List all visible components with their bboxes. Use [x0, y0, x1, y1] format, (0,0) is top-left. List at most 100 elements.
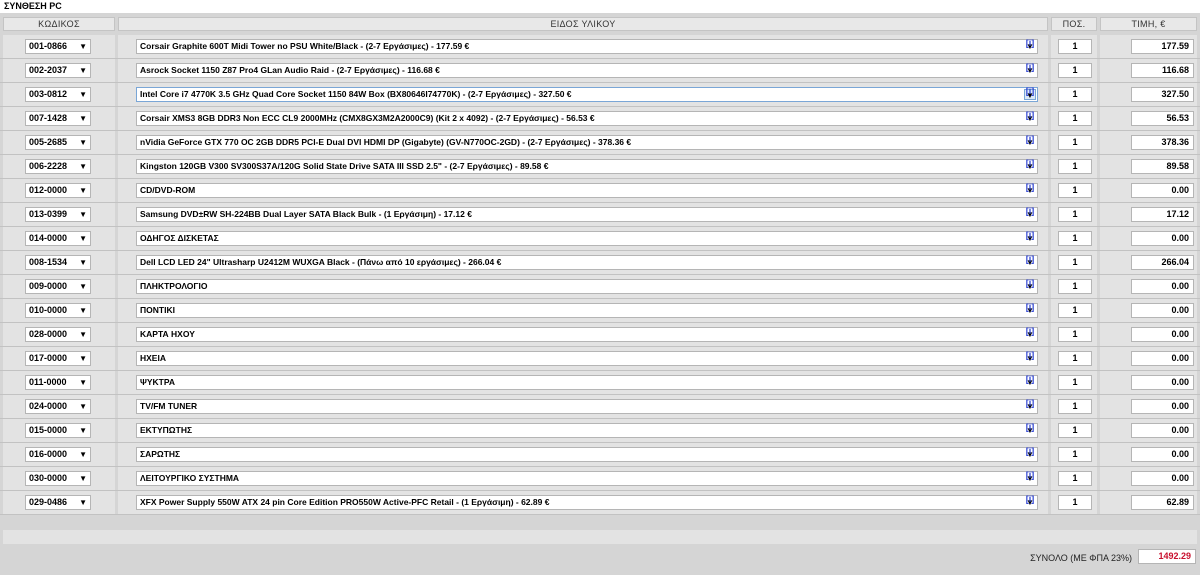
info-icon[interactable]: [i]: [1024, 253, 1036, 265]
item-select[interactable]: Intel Core i7 4770K 3.5 GHz Quad Core So…: [136, 87, 1038, 102]
info-icon[interactable]: [i]: [1024, 325, 1036, 337]
item-select[interactable]: Asrock Socket 1150 Z87 Pro4 GLan Audio R…: [136, 63, 1038, 78]
quantity-input[interactable]: 1: [1058, 87, 1092, 102]
code-select[interactable]: 024-0000 ▼: [25, 399, 91, 414]
info-icon[interactable]: [i]: [1024, 421, 1036, 433]
code-select[interactable]: 013-0399 ▼: [25, 207, 91, 222]
code-select[interactable]: 001-0866 ▼: [25, 39, 91, 54]
code-select[interactable]: 030-0000 ▼: [25, 471, 91, 486]
code-select[interactable]: 007-1428 ▼: [25, 111, 91, 126]
price-cell: 0.00: [1100, 323, 1197, 346]
quantity-input[interactable]: 1: [1058, 39, 1092, 54]
item-value: nVidia GeForce GTX 770 OC 2GB DDR5 PCI-E…: [140, 137, 632, 147]
quantity-input[interactable]: 1: [1058, 399, 1092, 414]
code-select[interactable]: 006-2228 ▼: [25, 159, 91, 174]
item-select[interactable]: ΟΔΗΓΟΣ ΔΙΣΚΕΤΑΣ ▼: [136, 231, 1038, 246]
price-cell: 0.00: [1100, 227, 1197, 250]
info-icon[interactable]: [i]: [1024, 397, 1036, 409]
info-icon[interactable]: [i]: [1024, 469, 1036, 481]
item-select[interactable]: nVidia GeForce GTX 770 OC 2GB DDR5 PCI-E…: [136, 135, 1038, 150]
table-row: 014-0000 ▼ ΟΔΗΓΟΣ ΔΙΣΚΕΤΑΣ ▼ [i] 1 0.00: [0, 227, 1200, 251]
qty-cell: 1: [1051, 347, 1097, 370]
item-select[interactable]: Samsung DVD±RW SH-224BB Dual Layer SATA …: [136, 207, 1038, 222]
quantity-input[interactable]: 1: [1058, 159, 1092, 174]
item-select[interactable]: ΗΧΕΙΑ ▼: [136, 351, 1038, 366]
item-select[interactable]: Corsair XMS3 8GB DDR3 Non ECC CL9 2000MH…: [136, 111, 1038, 126]
quantity-input[interactable]: 1: [1058, 423, 1092, 438]
code-select[interactable]: 005-2685 ▼: [25, 135, 91, 150]
quantity-input[interactable]: 1: [1058, 111, 1092, 126]
item-select[interactable]: CD/DVD-ROM ▼: [136, 183, 1038, 198]
info-icon[interactable]: [i]: [1024, 445, 1036, 457]
qty-cell: 1: [1051, 395, 1097, 418]
info-icon[interactable]: [i]: [1024, 493, 1036, 505]
quantity-input[interactable]: 1: [1058, 183, 1092, 198]
item-select[interactable]: XFX Power Supply 550W ATX 24 pin Core Ed…: [136, 495, 1038, 510]
code-select[interactable]: 029-0486 ▼: [25, 495, 91, 510]
item-select[interactable]: ΛΕΙΤΟΥΡΓΙΚΟ ΣΥΣΤΗΜΑ ▼: [136, 471, 1038, 486]
info-icon[interactable]: [i]: [1024, 229, 1036, 241]
quantity-input[interactable]: 1: [1058, 471, 1092, 486]
code-select[interactable]: 002-2037 ▼: [25, 63, 91, 78]
info-icon[interactable]: [i]: [1024, 277, 1036, 289]
info-icon[interactable]: [i]: [1024, 205, 1036, 217]
quantity-input[interactable]: 1: [1058, 255, 1092, 270]
item-cell: Intel Core i7 4770K 3.5 GHz Quad Core So…: [118, 83, 1048, 106]
code-select[interactable]: 017-0000 ▼: [25, 351, 91, 366]
item-select[interactable]: TV/FM TUNER ▼: [136, 399, 1038, 414]
info-icon[interactable]: [i]: [1024, 349, 1036, 361]
price-value: 56.53: [1131, 111, 1194, 126]
item-select[interactable]: ΨΥΚΤΡΑ ▼: [136, 375, 1038, 390]
info-icon[interactable]: [i]: [1024, 181, 1036, 193]
qty-cell: 1: [1051, 299, 1097, 322]
price-cell: 327.50: [1100, 83, 1197, 106]
table-row: 001-0866 ▼ Corsair Graphite 600T Midi Towe…: [0, 35, 1200, 59]
chevron-down-icon: ▼: [79, 114, 87, 123]
info-icon[interactable]: [i]: [1024, 133, 1036, 145]
info-icon[interactable]: [i]: [1024, 61, 1036, 73]
item-select[interactable]: Dell LCD LED 24" Ultrasharp U2412M WUXGA…: [136, 255, 1038, 270]
quantity-input[interactable]: 1: [1058, 375, 1092, 390]
item-value: CD/DVD-ROM: [140, 185, 196, 195]
price-value: 0.00: [1131, 279, 1194, 294]
code-select[interactable]: 012-0000 ▼: [25, 183, 91, 198]
code-select[interactable]: 016-0000 ▼: [25, 447, 91, 462]
quantity-input[interactable]: 1: [1058, 327, 1092, 342]
quantity-input[interactable]: 1: [1058, 135, 1092, 150]
info-icon[interactable]: [i]: [1024, 373, 1036, 385]
code-select[interactable]: 014-0000 ▼: [25, 231, 91, 246]
item-select[interactable]: ΠΛΗΚΤΡΟΛΟΓΙΟ ▼: [136, 279, 1038, 294]
chevron-down-icon: ▼: [79, 282, 87, 291]
code-select[interactable]: 028-0000 ▼: [25, 327, 91, 342]
item-select[interactable]: ΣΑΡΩΤΗΣ ▼: [136, 447, 1038, 462]
code-select[interactable]: 010-0000 ▼: [25, 303, 91, 318]
quantity-input[interactable]: 1: [1058, 495, 1092, 510]
item-select[interactable]: Corsair Graphite 600T Midi Tower no PSU …: [136, 39, 1038, 54]
item-select[interactable]: Kingston 120GB V300 SV300S37A/120G Solid…: [136, 159, 1038, 174]
info-icon[interactable]: [i]: [1024, 37, 1036, 49]
code-select[interactable]: 011-0000 ▼: [25, 375, 91, 390]
price-value: 266.04: [1131, 255, 1194, 270]
item-select[interactable]: ΕΚΤΥΠΩΤΗΣ ▼: [136, 423, 1038, 438]
qty-cell: 1: [1051, 83, 1097, 106]
info-icon[interactable]: [i]: [1024, 109, 1036, 121]
info-icon[interactable]: [i]: [1024, 85, 1036, 97]
item-select[interactable]: ΠΟΝΤΙΚΙ ▼: [136, 303, 1038, 318]
code-select[interactable]: 009-0000 ▼: [25, 279, 91, 294]
quantity-input[interactable]: 1: [1058, 279, 1092, 294]
qty-cell: 1: [1051, 251, 1097, 274]
quantity-input[interactable]: 1: [1058, 207, 1092, 222]
quantity-input[interactable]: 1: [1058, 63, 1092, 78]
code-select[interactable]: 008-1534 ▼: [25, 255, 91, 270]
item-select[interactable]: ΚΑΡΤΑ ΗΧΟΥ ▼: [136, 327, 1038, 342]
price-cell: 116.68: [1100, 59, 1197, 82]
quantity-input[interactable]: 1: [1058, 231, 1092, 246]
code-select[interactable]: 003-0812 ▼: [25, 87, 91, 102]
quantity-input[interactable]: 1: [1058, 303, 1092, 318]
quantity-input[interactable]: 1: [1058, 447, 1092, 462]
code-select[interactable]: 015-0000 ▼: [25, 423, 91, 438]
info-icon[interactable]: [i]: [1024, 157, 1036, 169]
quantity-input[interactable]: 1: [1058, 351, 1092, 366]
item-value: ΗΧΕΙΑ: [140, 353, 166, 363]
info-icon[interactable]: [i]: [1024, 301, 1036, 313]
